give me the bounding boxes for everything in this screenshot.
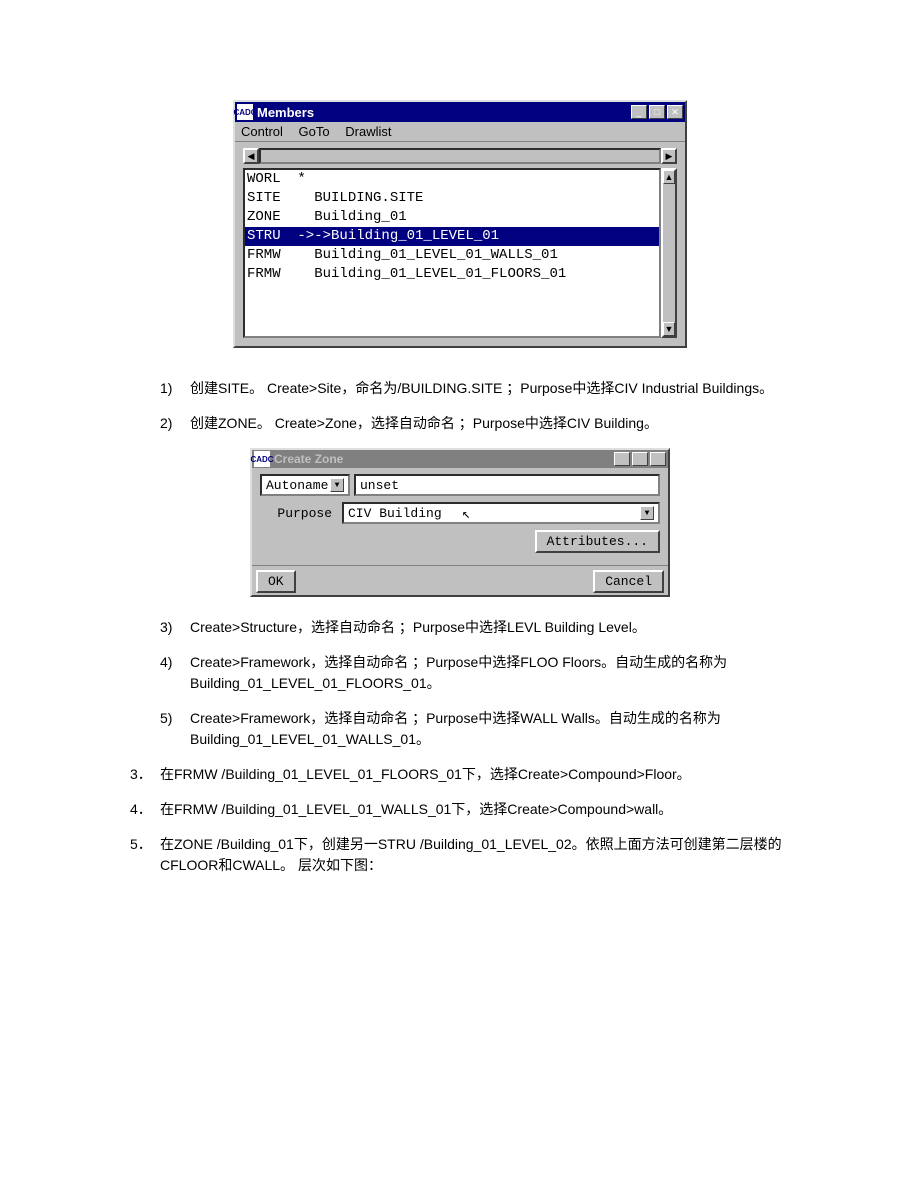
maximize-icon[interactable]: □ — [632, 452, 648, 466]
window-title: Create Zone — [274, 452, 343, 466]
scroll-up-icon[interactable]: ▲ — [663, 170, 675, 184]
maximize-icon[interactable]: □ — [649, 105, 665, 119]
horizontal-scrollbar[interactable]: ◀ ▶ — [243, 148, 677, 164]
scroll-track[interactable] — [259, 148, 661, 164]
step-text: 在FRMW /Building_01_LEVEL_01_FLOORS_01下，选… — [160, 766, 691, 782]
scroll-down-icon[interactable]: ▼ — [663, 322, 675, 336]
step-text: 在ZONE /Building_01下，创建另一STRU /Building_0… — [160, 836, 782, 873]
step-text: 创建ZONE。 Create>Zone，选择自动命名 ；Purpose中选择CI… — [190, 415, 658, 431]
sub-steps-a: 1) 创建SITE。 Create>Site，命名为/BUILDING.SITE … — [130, 378, 790, 434]
purpose-select[interactable]: CIV Building ↖ ▼ — [342, 502, 660, 524]
tree-row[interactable]: ZONE Building_01 — [245, 208, 659, 227]
chevron-down-icon[interactable]: ▼ — [640, 506, 654, 520]
cursor-icon: ↖ — [462, 506, 470, 523]
tree-row[interactable]: FRMW Building_01_LEVEL_01_WALLS_01 — [245, 246, 659, 265]
minimize-icon[interactable]: _ — [614, 452, 630, 466]
step-number: 4) — [160, 652, 172, 673]
purpose-label: Purpose — [260, 506, 338, 521]
step-number: 1) — [160, 378, 172, 399]
menu-goto[interactable]: GoTo — [299, 124, 330, 139]
members-window: CADC Members _ □ ✕ Control GoTo Drawlist… — [233, 100, 687, 348]
scroll-right-icon[interactable]: ▶ — [661, 148, 677, 164]
purpose-value: CIV Building — [348, 506, 442, 521]
step-number: 3) — [160, 617, 172, 638]
step-number: 3． — [130, 764, 152, 785]
menu-drawlist[interactable]: Drawlist — [345, 124, 391, 139]
cancel-button[interactable]: Cancel — [593, 570, 664, 593]
step-text: Create>Framework，选择自动命名 ；Purpose中选择FLOO … — [190, 654, 727, 691]
titlebar[interactable]: CADC Members _ □ ✕ — [235, 102, 685, 122]
tree-row[interactable]: STRU ->->Building_01_LEVEL_01 — [245, 227, 659, 246]
step-text: 创建SITE。 Create>Site，命名为/BUILDING.SITE ；P… — [190, 380, 773, 396]
step-text: Create>Structure，选择自动命名 ；Purpose中选择LEVL … — [190, 619, 646, 635]
step-number: 5． — [130, 834, 152, 855]
window-title: Members — [257, 105, 631, 120]
tree-list[interactable]: WORL *SITE BUILDING.SITEZONE Building_01… — [243, 168, 661, 338]
autoname-combo[interactable]: Autoname ▼ — [260, 474, 350, 496]
main-steps: 3． 在FRMW /Building_01_LEVEL_01_FLOORS_01下… — [130, 764, 790, 876]
tree-row[interactable]: WORL * — [245, 170, 659, 189]
ok-button[interactable]: OK — [256, 570, 296, 593]
name-input[interactable]: unset — [354, 474, 660, 496]
close-icon[interactable]: ✕ — [667, 105, 683, 119]
chevron-down-icon[interactable]: ▼ — [330, 478, 344, 492]
titlebar[interactable]: CADC Create Zone _ □ ✕ — [252, 450, 668, 468]
attributes-button[interactable]: Attributes... — [535, 530, 660, 553]
minimize-icon[interactable]: _ — [631, 105, 647, 119]
name-value: unset — [360, 478, 399, 493]
menu-control[interactable]: Control — [241, 124, 283, 139]
scroll-left-icon[interactable]: ◀ — [243, 148, 259, 164]
app-icon: CADC — [254, 451, 270, 467]
step-number: 4． — [130, 799, 152, 820]
menubar: Control GoTo Drawlist — [235, 122, 685, 142]
step-text: Create>Framework，选择自动命名 ；Purpose中选择WALL … — [190, 710, 721, 747]
tree-row[interactable]: FRMW Building_01_LEVEL_01_FLOORS_01 — [245, 265, 659, 284]
tree-row[interactable]: SITE BUILDING.SITE — [245, 189, 659, 208]
sub-steps-b: 3) Create>Structure，选择自动命名 ；Purpose中选择LEV… — [130, 617, 790, 750]
autoname-label: Autoname — [266, 478, 328, 493]
step-text: 在FRMW /Building_01_LEVEL_01_WALLS_01下，选择… — [160, 801, 672, 817]
step-number: 5) — [160, 708, 172, 729]
close-icon[interactable]: ✕ — [650, 452, 666, 466]
app-icon: CADC — [237, 104, 253, 120]
create-zone-window: CADC Create Zone _ □ ✕ Autoname ▼ unset … — [250, 448, 670, 597]
vertical-scrollbar[interactable]: ▲ ▼ — [661, 168, 677, 338]
step-number: 2) — [160, 413, 172, 434]
